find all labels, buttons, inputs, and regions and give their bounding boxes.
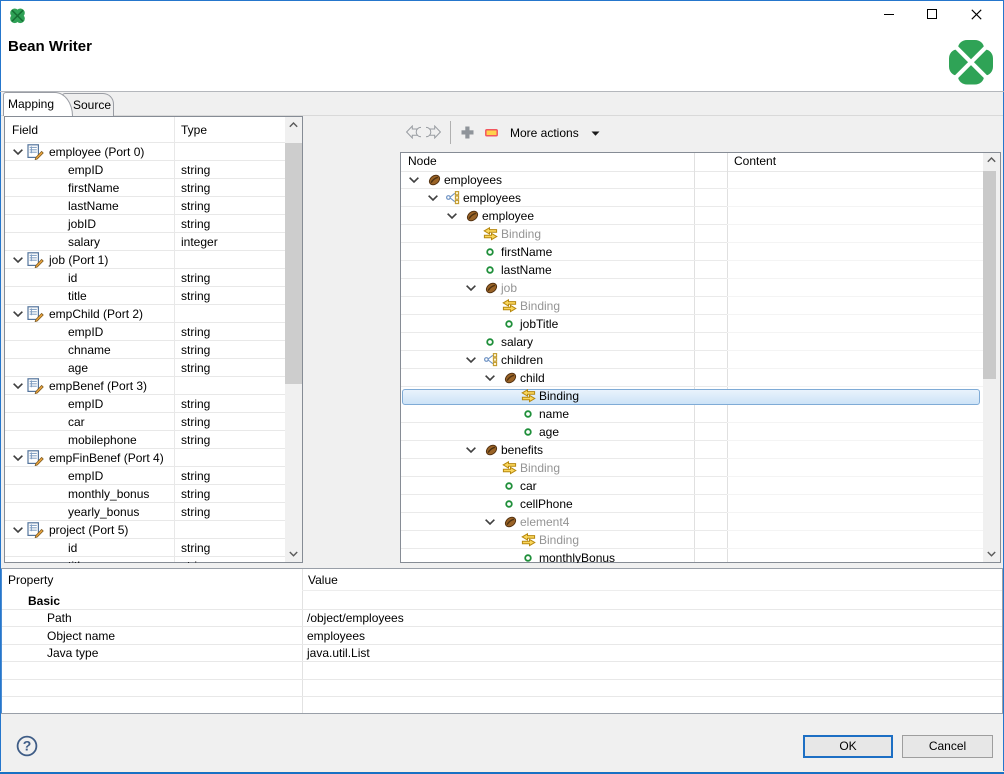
svg-text:?: ? bbox=[23, 738, 32, 754]
